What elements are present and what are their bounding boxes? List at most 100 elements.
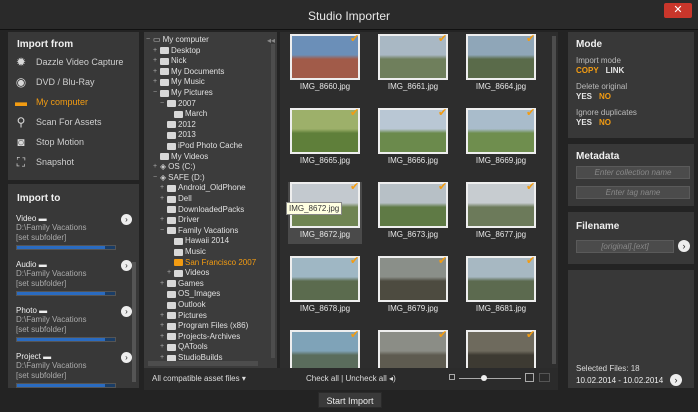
thumbnail-item[interactable]: ✔ IMG_8673.jpg (376, 181, 450, 244)
tree-item[interactable]: − Family Vacations (160, 226, 238, 236)
zoom-slider-knob[interactable] (480, 375, 487, 381)
tree-toggle-icon[interactable]: − (146, 35, 151, 45)
tree-toggle-icon[interactable]: + (160, 311, 165, 321)
tree-toggle-icon[interactable]: − (153, 173, 158, 183)
checkmark-icon[interactable]: ✔ (438, 107, 450, 119)
checkmark-icon[interactable]: ✔ (526, 255, 538, 267)
import-source-item[interactable]: ✹ Dazzle Video Capture (14, 54, 139, 70)
zoom-large-icon[interactable] (525, 373, 534, 382)
close-button[interactable]: ✕ (664, 3, 692, 18)
tree-item[interactable]: + Videos (167, 268, 209, 278)
speaker-icon[interactable]: ◂) (389, 374, 396, 383)
tree-item[interactable]: + ◈ OS (C:) (153, 162, 195, 172)
checkmark-icon[interactable]: ✔ (526, 33, 538, 45)
tree-item[interactable]: + Dell (160, 194, 192, 204)
tree-item[interactable]: OS_Images (160, 289, 220, 299)
thumbnail-item[interactable]: ✔ IMG_8660.jpg (288, 33, 362, 96)
tree-item[interactable]: + Pictures (160, 311, 207, 321)
tree-item[interactable]: Hawaii 2014 (167, 236, 229, 246)
checkmark-icon[interactable]: ✔ (526, 107, 538, 119)
tree-toggle-icon[interactable]: − (153, 88, 158, 98)
import-source-item[interactable]: ▬ My computer (14, 94, 139, 110)
checkmark-icon[interactable]: ✔ (438, 181, 450, 193)
tree-item[interactable]: − 2007 (160, 99, 196, 109)
zoom-small-icon[interactable] (449, 374, 455, 380)
checkmark-icon[interactable]: ✔ (350, 255, 362, 267)
delete-original-yes[interactable]: YES (576, 92, 592, 101)
thumbnail-item[interactable]: ✔ IMG_8666.jpg (376, 107, 450, 170)
filename-input[interactable]: [original].[ext] (576, 240, 674, 253)
tree-item[interactable]: Outlook (160, 300, 206, 310)
tree-toggle-icon[interactable]: + (153, 162, 158, 172)
date-range-button[interactable]: › (670, 374, 682, 386)
tree-toggle-icon[interactable]: + (153, 56, 158, 66)
checkmark-icon[interactable]: ✔ (438, 255, 450, 267)
tree-toggle-icon[interactable]: − (160, 99, 165, 109)
tree-toggle-icon[interactable]: + (153, 46, 158, 56)
tree-toggle-icon[interactable]: + (160, 183, 165, 193)
tree-item[interactable]: + Driver (160, 215, 199, 225)
tree-item[interactable]: 2013 (160, 130, 196, 140)
thumbnail-item[interactable]: ✔ IMG_8669.jpg (464, 107, 538, 170)
import-to-scrollbar[interactable] (132, 262, 136, 382)
tree-toggle-icon[interactable]: + (167, 268, 172, 278)
thumbnail-item[interactable]: ✔ IMG_8679.jpg (376, 255, 450, 318)
tree-item[interactable]: My Videos (153, 152, 208, 162)
tree-toggle-icon[interactable]: + (153, 77, 158, 87)
checkmark-icon[interactable]: ✔ (350, 329, 362, 341)
checkmark-icon[interactable]: ✔ (350, 107, 362, 119)
tree-toggle-icon[interactable]: + (160, 279, 165, 289)
set-subfolder-link[interactable]: [set subfolder] (16, 325, 130, 335)
ignore-duplicates-no[interactable]: NO (599, 118, 611, 127)
thumbnail-item[interactable]: ✔ IMG_8677.jpg (464, 181, 538, 244)
tree-item[interactable]: + My Music (153, 77, 205, 87)
tree-item[interactable]: iPod Photo Cache (160, 141, 243, 151)
filename-options-button[interactable]: › (678, 240, 690, 252)
fullscreen-icon[interactable] (539, 373, 550, 382)
tree-toggle-icon[interactable]: + (160, 332, 165, 342)
tree-hscrollbar[interactable] (148, 361, 258, 366)
tree-item[interactable]: + My Documents (153, 67, 224, 77)
set-subfolder-link[interactable]: [set subfolder] (16, 279, 130, 289)
tree-item[interactable]: 2012 (160, 120, 196, 130)
checkmark-icon[interactable]: ✔ (438, 33, 450, 45)
checkmark-icon[interactable]: ✔ (526, 329, 538, 341)
uncheck-all-link[interactable]: Uncheck all (345, 374, 386, 383)
collection-name-input[interactable]: Enter collection name (576, 166, 690, 179)
thumbnail-item[interactable]: ✔ IMG_8678.jpg (288, 255, 362, 318)
thumbnail-item[interactable]: ✔ IMG_8681.jpg (464, 255, 538, 318)
destination-options-button[interactable]: › (121, 352, 132, 363)
destination-options-button[interactable]: › (121, 214, 132, 225)
delete-original-no[interactable]: NO (599, 92, 611, 101)
tree-toggle-icon[interactable]: + (160, 215, 165, 225)
tree-item[interactable]: + Android_OldPhone (160, 183, 246, 193)
checkmark-icon[interactable]: ✔ (350, 33, 362, 45)
destination-options-button[interactable]: › (121, 260, 132, 271)
start-import-button[interactable]: Start Import (318, 392, 382, 408)
grid-scrollbar[interactable] (552, 36, 556, 364)
tree-item[interactable]: + Desktop (153, 46, 200, 56)
tree-item[interactable]: − My Pictures (153, 88, 213, 98)
tree-toggle-icon[interactable]: − (160, 226, 165, 236)
tree-item[interactable]: + QATools (160, 342, 208, 352)
tree-toggle-icon[interactable]: + (160, 342, 165, 352)
import-source-item[interactable]: ⛶ Snapshot (14, 154, 139, 170)
zoom-slider[interactable] (459, 378, 521, 379)
tree-item[interactable]: − ◈ SAFE (D:) (153, 173, 205, 183)
set-subfolder-link[interactable]: [set subfolder] (16, 233, 130, 243)
checkmark-icon[interactable]: ✔ (526, 181, 538, 193)
import-source-item[interactable]: ◙ Stop Motion (14, 134, 139, 150)
tree-item[interactable]: Music (167, 247, 206, 257)
thumbnail-item[interactable]: ✔ IMG_8664.jpg (464, 33, 538, 96)
tree-item[interactable]: San Francisco 2007 (167, 258, 256, 268)
tree-item[interactable]: + Nick (153, 56, 187, 66)
tree-item[interactable]: DownloadedPacks (160, 205, 244, 215)
checkmark-icon[interactable]: ✔ (438, 329, 450, 341)
tree-toggle-icon[interactable]: + (153, 67, 158, 77)
tree-item[interactable]: − ▭ My computer (146, 35, 209, 45)
ignore-duplicates-yes[interactable]: YES (576, 118, 592, 127)
tree-item[interactable]: + Games (160, 279, 204, 289)
import-source-item[interactable]: ◉ DVD / Blu-Ray (14, 74, 139, 90)
set-subfolder-link[interactable]: [set subfolder] (16, 371, 130, 381)
checkmark-icon[interactable]: ✔ (350, 181, 362, 193)
